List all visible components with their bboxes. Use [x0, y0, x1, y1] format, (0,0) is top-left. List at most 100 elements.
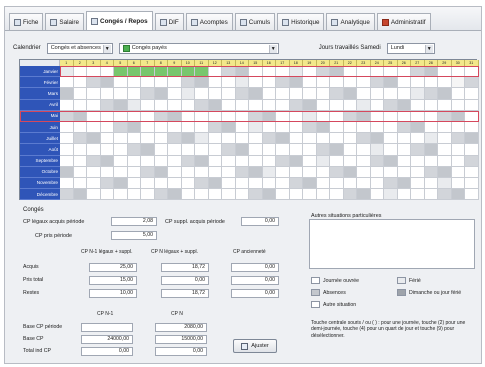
day-cell[interactable]: [262, 144, 276, 156]
day-cell[interactable]: [357, 177, 371, 190]
day-cell[interactable]: [114, 177, 128, 190]
day-cell[interactable]: [357, 121, 371, 134]
day-cell[interactable]: [276, 88, 290, 100]
day-cell[interactable]: [316, 110, 330, 122]
day-cell[interactable]: [235, 77, 249, 89]
day-cell[interactable]: [303, 177, 317, 190]
other-situations-box[interactable]: [309, 219, 475, 269]
day-cell[interactable]: [127, 121, 141, 134]
day-cell[interactable]: [100, 88, 114, 100]
day-cell[interactable]: [141, 77, 155, 89]
day-cell[interactable]: [100, 177, 114, 190]
day-cell[interactable]: [141, 110, 155, 122]
day-cell[interactable]: [249, 121, 263, 134]
day-cell[interactable]: [87, 88, 101, 100]
conges-value-field[interactable]: 15,00: [89, 276, 137, 285]
day-cell[interactable]: [316, 166, 330, 178]
day-cell[interactable]: [465, 189, 479, 201]
day-cell[interactable]: [276, 177, 290, 190]
conges-value-field[interactable]: 0,00: [231, 289, 279, 298]
tab-0[interactable]: Fiche: [9, 13, 44, 30]
day-cell[interactable]: [154, 121, 168, 134]
day-cell[interactable]: [222, 133, 236, 145]
day-cell[interactable]: [114, 133, 128, 145]
day-cell[interactable]: [316, 77, 330, 89]
day-cell[interactable]: [357, 166, 371, 178]
day-cell[interactable]: [73, 166, 87, 178]
day-cell[interactable]: [168, 66, 182, 78]
day-cell[interactable]: [411, 99, 425, 111]
day-cell[interactable]: [208, 121, 222, 134]
day-cell[interactable]: [141, 189, 155, 201]
day-cell[interactable]: [114, 99, 128, 111]
day-cell[interactable]: [114, 121, 128, 134]
day-cell[interactable]: [303, 121, 317, 134]
day-cell[interactable]: [465, 155, 479, 167]
day-cell[interactable]: [87, 121, 101, 134]
day-cell[interactable]: [262, 77, 276, 89]
calendar-select[interactable]: Congés et absences ▼: [46, 42, 113, 54]
day-cell[interactable]: [384, 121, 398, 134]
day-cell[interactable]: [73, 177, 87, 190]
day-cell[interactable]: [451, 155, 465, 167]
day-cell[interactable]: [127, 177, 141, 190]
day-cell[interactable]: [411, 133, 425, 145]
day-cell[interactable]: [357, 66, 371, 78]
day-cell[interactable]: [141, 121, 155, 134]
day-cell[interactable]: [141, 177, 155, 190]
day-cell[interactable]: [249, 133, 263, 145]
day-cell[interactable]: [411, 77, 425, 89]
day-cell[interactable]: [465, 66, 479, 78]
day-cell[interactable]: [249, 99, 263, 111]
day-cell[interactable]: [357, 133, 371, 145]
day-cell[interactable]: [168, 133, 182, 145]
day-cell[interactable]: [370, 189, 384, 201]
day-cell[interactable]: [262, 189, 276, 201]
day-cell[interactable]: [397, 133, 411, 145]
day-cell[interactable]: [438, 144, 452, 156]
day-cell[interactable]: [73, 77, 87, 89]
day-cell[interactable]: [303, 99, 317, 111]
day-cell[interactable]: [438, 166, 452, 178]
day-cell[interactable]: [451, 177, 465, 190]
day-cell[interactable]: [154, 88, 168, 100]
day-cell[interactable]: [127, 110, 141, 122]
day-cell[interactable]: [235, 99, 249, 111]
day-cell[interactable]: [60, 133, 74, 145]
day-cell[interactable]: [73, 110, 87, 122]
day-cell[interactable]: [397, 177, 411, 190]
day-cell[interactable]: [195, 121, 209, 134]
day-cell[interactable]: [262, 155, 276, 167]
day-cell[interactable]: [60, 77, 74, 89]
day-cell[interactable]: [330, 155, 344, 167]
day-cell[interactable]: [195, 88, 209, 100]
day-cell[interactable]: [114, 66, 128, 78]
day-cell[interactable]: [465, 144, 479, 156]
day-cell[interactable]: [289, 189, 303, 201]
day-cell[interactable]: [465, 110, 479, 122]
day-cell[interactable]: [100, 133, 114, 145]
day-cell[interactable]: [303, 88, 317, 100]
day-cell[interactable]: [195, 99, 209, 111]
day-cell[interactable]: [289, 121, 303, 134]
day-cell[interactable]: [316, 133, 330, 145]
day-cell[interactable]: [87, 133, 101, 145]
type-select[interactable]: Congés payés ▼: [118, 42, 279, 54]
tab-8[interactable]: Administratif: [376, 13, 431, 30]
day-cell[interactable]: [262, 66, 276, 78]
day-cell[interactable]: [87, 177, 101, 190]
base-value-field[interactable]: 24000,00: [81, 335, 133, 344]
day-cell[interactable]: [343, 88, 357, 100]
day-cell[interactable]: [357, 110, 371, 122]
day-cell[interactable]: [208, 155, 222, 167]
base-value-field[interactable]: 2080,00: [155, 323, 207, 332]
day-cell[interactable]: [370, 66, 384, 78]
tab-1[interactable]: Salaire: [45, 13, 85, 30]
day-cell[interactable]: [195, 155, 209, 167]
day-cell[interactable]: [195, 77, 209, 89]
day-cell[interactable]: [181, 144, 195, 156]
day-cell[interactable]: [249, 166, 263, 178]
day-cell[interactable]: [438, 189, 452, 201]
day-cell[interactable]: [276, 144, 290, 156]
day-cell[interactable]: [330, 144, 344, 156]
